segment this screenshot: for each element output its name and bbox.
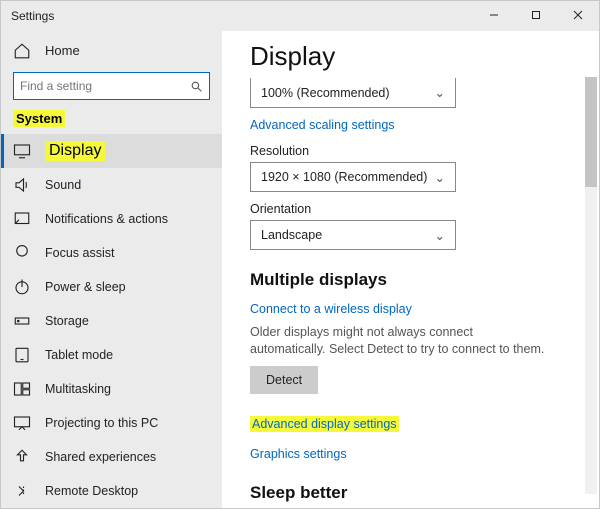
nav-list: Display Sound Notifications & actions Fo… xyxy=(1,134,222,508)
nav-label: Display xyxy=(45,141,105,161)
titlebar: Settings xyxy=(1,1,599,31)
scrollbar-thumb[interactable] xyxy=(585,77,597,187)
chevron-down-icon: ⌄ xyxy=(435,85,445,100)
display-icon xyxy=(13,142,31,160)
home-nav[interactable]: Home xyxy=(1,37,222,64)
tablet-icon xyxy=(13,346,31,364)
orientation-value: Landscape xyxy=(261,228,322,242)
home-label: Home xyxy=(45,43,80,58)
search-box[interactable] xyxy=(13,72,210,100)
nav-item-focus[interactable]: Focus assist xyxy=(1,236,222,270)
power-icon xyxy=(13,278,31,296)
advanced-display-settings-link[interactable]: Advanced display settings xyxy=(250,416,399,432)
category-label: System xyxy=(13,110,65,127)
content: Home System Display Sound Notifications … xyxy=(1,31,599,508)
nav-item-projecting[interactable]: Projecting to this PC xyxy=(1,406,222,440)
resolution-dropdown[interactable]: 1920 × 1080 (Recommended) ⌄ xyxy=(250,162,456,192)
nav-item-remote[interactable]: Remote Desktop xyxy=(1,474,222,508)
nav-label: Tablet mode xyxy=(45,348,113,362)
search-input[interactable] xyxy=(14,79,183,93)
maximize-button[interactable] xyxy=(515,1,557,29)
notifications-icon xyxy=(13,210,31,228)
resolution-value: 1920 × 1080 (Recommended) xyxy=(261,170,427,184)
scale-value: 100% (Recommended) xyxy=(261,86,390,100)
older-displays-text: Older displays might not always connect … xyxy=(250,324,550,358)
nav-label: Storage xyxy=(45,314,89,328)
adv-display-wrap: Advanced display settings xyxy=(250,412,571,433)
chevron-down-icon: ⌄ xyxy=(435,228,445,243)
search-wrap xyxy=(1,72,222,110)
nav-item-notifications[interactable]: Notifications & actions xyxy=(1,202,222,236)
window-title: Settings xyxy=(1,9,54,23)
sidebar: Home System Display Sound Notifications … xyxy=(1,31,222,508)
search-icon xyxy=(183,73,209,99)
nav-item-multitasking[interactable]: Multitasking xyxy=(1,372,222,406)
nav-label: Focus assist xyxy=(45,246,114,260)
sleep-better-heading: Sleep better xyxy=(250,483,571,503)
nav-item-tablet[interactable]: Tablet mode xyxy=(1,338,222,372)
main-panel: Display 100% (Recommended) ⌄ Advanced sc… xyxy=(222,31,599,508)
nav-label: Notifications & actions xyxy=(45,212,168,226)
nav-item-sound[interactable]: Sound xyxy=(1,168,222,202)
multiple-displays-heading: Multiple displays xyxy=(250,270,571,290)
multitask-icon xyxy=(13,380,31,398)
nav-item-storage[interactable]: Storage xyxy=(1,304,222,338)
nav-label: Multitasking xyxy=(45,382,111,396)
scrollbar-track xyxy=(585,77,597,494)
nav-label: Projecting to this PC xyxy=(45,416,158,430)
focus-icon xyxy=(13,244,31,262)
sound-icon xyxy=(13,176,31,194)
minimize-button[interactable] xyxy=(473,1,515,29)
storage-icon xyxy=(13,312,31,330)
category-wrap: System xyxy=(1,110,222,128)
scale-dropdown[interactable]: 100% (Recommended) ⌄ xyxy=(250,78,456,108)
wireless-display-link[interactable]: Connect to a wireless display xyxy=(250,302,412,316)
nav-item-power[interactable]: Power & sleep xyxy=(1,270,222,304)
graphics-settings-link[interactable]: Graphics settings xyxy=(250,447,347,461)
remote-icon xyxy=(13,482,31,500)
orientation-dropdown[interactable]: Landscape ⌄ xyxy=(250,220,456,250)
home-icon xyxy=(13,42,31,60)
chevron-down-icon: ⌄ xyxy=(435,170,445,185)
nav-label: Shared experiences xyxy=(45,450,156,464)
nav-label: Power & sleep xyxy=(45,280,126,294)
project-icon xyxy=(13,414,31,432)
orientation-label: Orientation xyxy=(250,202,571,216)
page-title: Display xyxy=(250,41,571,72)
share-icon xyxy=(13,448,31,466)
nav-item-shared[interactable]: Shared experiences xyxy=(1,440,222,474)
nav-label: Remote Desktop xyxy=(45,484,138,498)
graphics-wrap: Graphics settings xyxy=(250,443,571,463)
settings-window: Settings Home System xyxy=(0,0,600,509)
nav-item-display[interactable]: Display xyxy=(1,134,222,168)
close-button[interactable] xyxy=(557,1,599,29)
detect-button[interactable]: Detect xyxy=(250,366,318,394)
nav-label: Sound xyxy=(45,178,81,192)
window-controls xyxy=(473,1,599,29)
scrollbar[interactable] xyxy=(585,65,597,506)
advanced-scaling-link[interactable]: Advanced scaling settings xyxy=(250,118,395,132)
resolution-label: Resolution xyxy=(250,144,571,158)
